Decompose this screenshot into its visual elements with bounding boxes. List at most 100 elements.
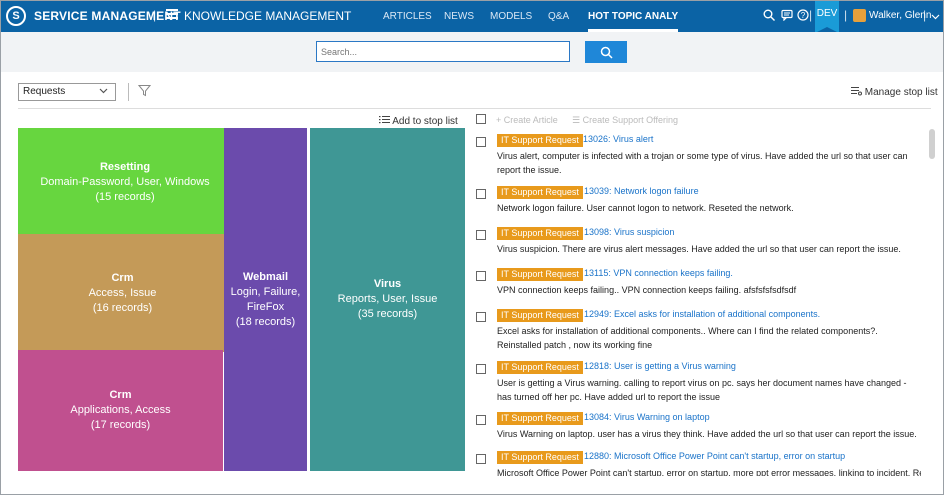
- cluster-count: (35 records): [357, 308, 418, 320]
- list-settings-icon: [851, 87, 862, 96]
- app-window: S SERVICE MANAGEMENT | KNOWLEDGE MANAGEM…: [0, 0, 944, 495]
- request-type-badge: IT Support Request: [497, 186, 583, 199]
- dev-environment-badge: DEV: [815, 1, 839, 33]
- cluster-count: (18 records): [235, 315, 296, 328]
- request-description: User is getting a Virus warning. calling…: [497, 378, 907, 402]
- request-link[interactable]: 13115: VPN connection keeps failing.: [584, 268, 733, 278]
- user-menu-chevron-down-icon[interactable]: [931, 10, 940, 24]
- request-description: VPN connection keeps failing.. VPN conne…: [497, 285, 797, 295]
- toolbar-divider: [128, 83, 129, 101]
- manage-stop-list-label: Manage stop list: [864, 87, 938, 98]
- top-bar: S SERVICE MANAGEMENT | KNOWLEDGE MANAGEM…: [1, 1, 943, 33]
- create-article-label: Create Article: [503, 115, 558, 125]
- search-button[interactable]: [585, 41, 627, 63]
- request-link[interactable]: 13098: Virus suspicion: [584, 227, 674, 237]
- toolbar-separator: [18, 108, 931, 109]
- treemap-cell-resetting[interactable]: Resetting Domain-Password, User, Windows…: [18, 128, 232, 237]
- treemap-cell-virus[interactable]: Virus Reports, User, Issue (35 records): [310, 128, 465, 471]
- nav-hot-topic-analysis[interactable]: HOT TOPIC ANALY: [588, 1, 679, 32]
- item-checkbox[interactable]: [476, 415, 486, 425]
- nav-models[interactable]: MODELS: [490, 1, 532, 32]
- request-description: Microsoft Office Power Point can't start…: [497, 468, 921, 476]
- list-add-icon: [379, 116, 390, 124]
- help-icon[interactable]: ?: [797, 9, 809, 24]
- chat-icon[interactable]: [781, 9, 793, 24]
- cluster-title: Crm: [109, 389, 132, 401]
- item-checkbox[interactable]: [476, 454, 486, 464]
- treemap-cell-webmail[interactable]: Webmail Login, Failure, FireFox (18 reco…: [224, 128, 307, 471]
- manage-stop-list-button[interactable]: Manage stop list: [851, 86, 938, 98]
- nav-qa[interactable]: Q&A: [548, 1, 569, 32]
- request-type-badge: IT Support Request: [497, 268, 583, 281]
- add-to-stop-list-label: Add to stop list: [392, 116, 458, 127]
- add-to-stop-list-button[interactable]: Add to stop list: [379, 115, 458, 127]
- cluster-keywords: Domain-Password, User, Windows: [40, 176, 210, 188]
- svg-text:?: ?: [801, 11, 806, 20]
- request-link[interactable]: 13039: Network logon failure: [584, 186, 699, 196]
- item-checkbox[interactable]: [476, 230, 486, 240]
- cluster-count: (17 records): [90, 419, 151, 431]
- request-link[interactable]: 12818: User is getting a Virus warning: [584, 361, 736, 371]
- request-type-badge: IT Support Request: [497, 309, 583, 322]
- cluster-title: Crm: [111, 271, 134, 284]
- divider: |: [844, 8, 848, 22]
- list-icon: ☰: [572, 115, 581, 125]
- treemap-cell-crm-access[interactable]: Crm Access, Issue (16 records): [18, 234, 227, 352]
- request-description: Network logon failure. User cannot logon…: [497, 203, 794, 213]
- request-description: Excel asks for installation of additiona…: [497, 326, 878, 350]
- request-description: Virus suspicion. There are virus alert m…: [497, 244, 901, 254]
- treemap-cell-crm-applications[interactable]: Crm Applications, Access (17 records): [18, 350, 223, 471]
- item-checkbox[interactable]: [476, 137, 486, 147]
- brand-separator: |: [153, 8, 157, 22]
- cluster-keywords: Reports, User, Issue: [337, 293, 438, 305]
- request-type-badge: IT Support Request: [497, 412, 583, 425]
- search-input[interactable]: [316, 41, 570, 62]
- cluster-keywords: Login, Failure, FireFox: [230, 285, 301, 313]
- request-link[interactable]: 12949: Excel asks for installation of ad…: [584, 309, 820, 319]
- cluster-keywords: Applications, Access: [70, 404, 171, 416]
- record-type-dropdown[interactable]: Requests: [18, 83, 116, 101]
- brand-title[interactable]: SERVICE MANAGEMENT: [34, 9, 181, 23]
- hot-topic-treemap: Resetting Domain-Password, User, Windows…: [18, 128, 465, 471]
- divider: |: [809, 8, 813, 22]
- search-band: [1, 32, 943, 72]
- plus-icon: +: [496, 115, 502, 125]
- item-checkbox[interactable]: [476, 364, 486, 374]
- nav-articles[interactable]: ARTICLES: [383, 1, 432, 32]
- filter-icon[interactable]: [137, 84, 152, 100]
- app-logo-icon[interactable]: S: [6, 6, 26, 26]
- divider: |: [923, 8, 927, 22]
- request-description: Virus alert, computer is infected with a…: [497, 151, 908, 175]
- search-icon: [600, 46, 613, 59]
- hamburger-menu-icon[interactable]: [166, 9, 178, 19]
- item-checkbox[interactable]: [476, 189, 486, 199]
- search-icon[interactable]: [763, 9, 775, 24]
- cluster-title: Webmail: [242, 270, 289, 283]
- request-type-badge: IT Support Request: [497, 361, 583, 374]
- request-link[interactable]: 13026: Virus alert: [583, 134, 653, 144]
- request-type-badge: IT Support Request: [497, 134, 583, 147]
- nav-news[interactable]: NEWS: [444, 1, 474, 32]
- dropdown-value: Requests: [23, 86, 66, 97]
- results-list: IT Support Request 13026: Virus alert Vi…: [473, 131, 921, 476]
- chevron-down-icon: [99, 84, 108, 100]
- request-description: Virus Warning on laptop. user has a viru…: [497, 429, 917, 439]
- request-link[interactable]: 13084: Virus Warning on laptop: [584, 412, 710, 422]
- create-article-button[interactable]: + Create Article: [496, 115, 558, 125]
- user-avatar[interactable]: [853, 9, 866, 22]
- cluster-title: Virus: [373, 278, 402, 290]
- item-checkbox[interactable]: [476, 271, 486, 281]
- results-scrollbar[interactable]: [929, 129, 935, 159]
- create-support-offering-button[interactable]: ☰ Create Support Offering: [572, 115, 678, 126]
- cluster-count: (15 records): [95, 191, 155, 203]
- request-link[interactable]: 12880: Microsoft Office Power Point can'…: [584, 451, 845, 461]
- create-support-offering-label: Create Support Offering: [582, 115, 678, 125]
- request-type-badge: IT Support Request: [497, 451, 583, 464]
- module-title[interactable]: KNOWLEDGE MANAGEMENT: [184, 9, 351, 23]
- item-checkbox[interactable]: [476, 312, 486, 322]
- cluster-keywords: Access, Issue: [88, 286, 157, 299]
- cluster-count: (16 records): [92, 301, 153, 314]
- cluster-title: Resetting: [99, 161, 151, 173]
- request-type-badge: IT Support Request: [497, 227, 583, 240]
- select-all-checkbox[interactable]: [476, 114, 486, 124]
